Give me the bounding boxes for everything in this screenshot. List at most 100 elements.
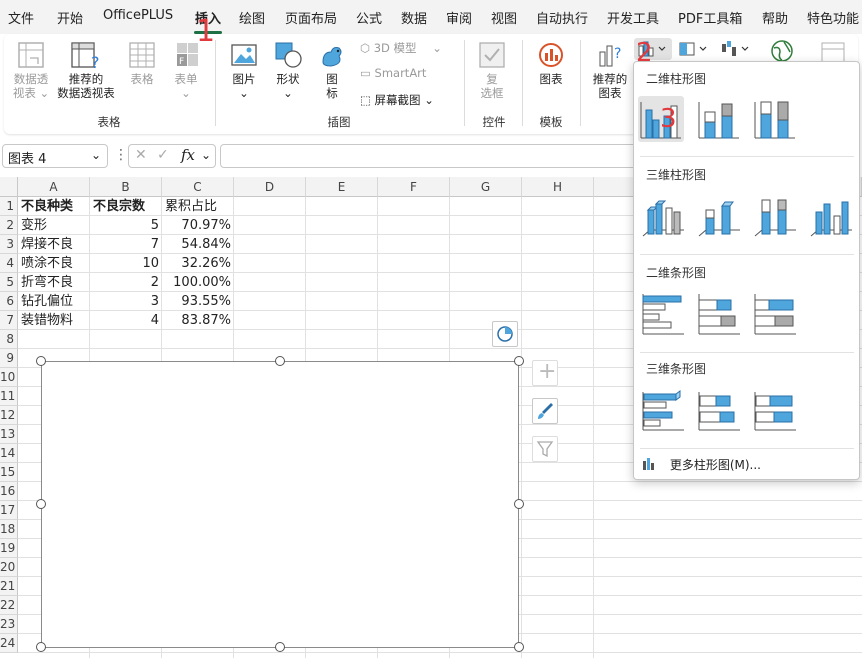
menu-file[interactable]: 文件 bbox=[8, 8, 34, 27]
cell[interactable]: 3 bbox=[90, 292, 162, 311]
column-header[interactable]: A bbox=[18, 177, 90, 197]
row-header[interactable]: 3 bbox=[0, 235, 18, 254]
row-header[interactable]: 20 bbox=[0, 558, 18, 577]
3d-percent-stacked-bar-option[interactable] bbox=[752, 386, 798, 432]
column-header[interactable]: H bbox=[522, 177, 594, 197]
3d-stacked-column-option[interactable] bbox=[696, 192, 742, 238]
menu-automate[interactable]: 自动执行 bbox=[536, 8, 588, 27]
row-header[interactable]: 22 bbox=[0, 596, 18, 615]
row-header[interactable]: 7 bbox=[0, 311, 18, 330]
menu-view[interactable]: 视图 bbox=[491, 8, 517, 27]
row-header[interactable]: 10 bbox=[0, 368, 18, 387]
resize-handle[interactable] bbox=[36, 499, 46, 509]
row-header[interactable]: 14 bbox=[0, 444, 18, 463]
3d-model-button[interactable]: ⬡ 3D 模型 ⌄ bbox=[360, 40, 442, 56]
cell[interactable]: 装错物料 bbox=[18, 311, 90, 330]
recommended-pivot-button[interactable]: ? 推荐的 数据透视表 bbox=[54, 40, 118, 100]
chevron-down-icon[interactable]: ⌄ bbox=[91, 148, 101, 162]
chart-filters-button[interactable] bbox=[532, 436, 558, 462]
screenshot-button[interactable]: ⬚ 屏幕截图 ⌄ bbox=[360, 92, 434, 108]
cell[interactable]: 83.87% bbox=[162, 311, 234, 330]
cell[interactable]: 10 bbox=[90, 254, 162, 273]
row-header[interactable]: 5 bbox=[0, 273, 18, 292]
percent-stacked-bar-option[interactable] bbox=[752, 290, 798, 336]
row-header[interactable]: 11 bbox=[0, 387, 18, 406]
cell[interactable]: 不良宗数 bbox=[90, 197, 162, 216]
cell[interactable]: 钻孔偏位 bbox=[18, 292, 90, 311]
cell[interactable]: 折弯不良 bbox=[18, 273, 90, 292]
row-header[interactable]: 6 bbox=[0, 292, 18, 311]
menu-officeplus[interactable]: OfficePLUS bbox=[103, 8, 173, 23]
empty-chart-area[interactable] bbox=[41, 361, 519, 648]
percent-stacked-column-option[interactable] bbox=[752, 96, 798, 142]
cell[interactable]: 2 bbox=[90, 273, 162, 292]
cell[interactable]: 93.55% bbox=[162, 292, 234, 311]
stacked-bar-option[interactable] bbox=[696, 290, 742, 336]
cell[interactable]: 54.84% bbox=[162, 235, 234, 254]
resize-handle[interactable] bbox=[36, 642, 46, 652]
cell[interactable]: 70.97% bbox=[162, 216, 234, 235]
row-header[interactable]: 2 bbox=[0, 216, 18, 235]
resize-handle[interactable] bbox=[514, 642, 524, 652]
more-options-icon[interactable]: ⋮ bbox=[114, 147, 128, 163]
menu-developer[interactable]: 开发工具 bbox=[607, 8, 659, 27]
menu-page-layout[interactable]: 页面布局 bbox=[285, 8, 337, 27]
row-header[interactable]: 19 bbox=[0, 539, 18, 558]
recommended-charts-button[interactable]: ? 推荐的 图表 bbox=[588, 40, 632, 100]
picture-button[interactable]: 图片 ⌄ bbox=[224, 40, 264, 100]
insert-hierarchy-chart-button[interactable] bbox=[676, 38, 712, 60]
pivot-table-button[interactable]: 数据透 视表 ⌄ bbox=[8, 40, 54, 100]
resize-handle[interactable] bbox=[275, 356, 285, 366]
row-header[interactable]: 21 bbox=[0, 577, 18, 596]
row-header[interactable]: 8 bbox=[0, 330, 18, 349]
cell[interactable]: 100.00% bbox=[162, 273, 234, 292]
column-header[interactable]: E bbox=[306, 177, 378, 197]
column-header[interactable]: G bbox=[450, 177, 522, 197]
row-header[interactable]: 18 bbox=[0, 520, 18, 539]
cancel-icon[interactable]: ✕ bbox=[135, 147, 147, 163]
more-column-charts-item[interactable]: 更多柱形图(M)... bbox=[642, 456, 761, 473]
menu-review[interactable]: 审阅 bbox=[446, 8, 472, 27]
row-header[interactable]: 17 bbox=[0, 501, 18, 520]
row-header[interactable]: 9 bbox=[0, 349, 18, 368]
column-header[interactable]: B bbox=[90, 177, 162, 197]
row-header[interactable]: 1 bbox=[0, 197, 18, 216]
cell[interactable]: 7 bbox=[90, 235, 162, 254]
row-header[interactable]: 16 bbox=[0, 482, 18, 501]
formula-input[interactable] bbox=[220, 144, 640, 168]
chart-layout-button[interactable] bbox=[492, 321, 518, 347]
clustered-bar-option[interactable] bbox=[640, 290, 686, 336]
3d-stacked-bar-option[interactable] bbox=[696, 386, 742, 432]
chart-template-button[interactable]: 图表 bbox=[531, 40, 571, 86]
menu-draw[interactable]: 绘图 bbox=[239, 8, 265, 27]
chevron-down-icon[interactable]: ⌄ bbox=[201, 148, 211, 162]
insert-waterfall-chart-button[interactable] bbox=[718, 38, 754, 60]
row-header[interactable]: 13 bbox=[0, 425, 18, 444]
cell[interactable]: 32.26% bbox=[162, 254, 234, 273]
resize-handle[interactable] bbox=[36, 356, 46, 366]
row-header[interactable]: 4 bbox=[0, 254, 18, 273]
resize-handle[interactable] bbox=[514, 499, 524, 509]
cell[interactable]: 4 bbox=[90, 311, 162, 330]
table-button[interactable]: 表格 bbox=[122, 40, 162, 86]
chart-elements-button[interactable]: + bbox=[532, 359, 558, 386]
chart-styles-button[interactable] bbox=[532, 398, 558, 424]
3d-clustered-column-option[interactable] bbox=[640, 192, 686, 238]
cell[interactable]: 喷涂不良 bbox=[18, 254, 90, 273]
menu-help[interactable]: 帮助 bbox=[762, 8, 788, 27]
row-header[interactable]: 12 bbox=[0, 406, 18, 425]
checkbox-button[interactable]: 复 选框 bbox=[472, 40, 512, 100]
cell[interactable]: 变形 bbox=[18, 216, 90, 235]
row-header[interactable]: 23 bbox=[0, 615, 18, 634]
stacked-column-option[interactable] bbox=[696, 96, 742, 142]
column-header[interactable]: F bbox=[378, 177, 450, 197]
menu-special[interactable]: 特色功能 bbox=[807, 8, 859, 27]
form-button[interactable]: F 表单 ⌄ bbox=[166, 40, 206, 100]
icons-button[interactable]: 图 标 bbox=[314, 40, 350, 100]
shapes-button[interactable]: 形状 ⌄ bbox=[268, 40, 308, 100]
3d-percent-stacked-column-option[interactable] bbox=[752, 192, 798, 238]
column-header[interactable]: C bbox=[162, 177, 234, 197]
menu-formulas[interactable]: 公式 bbox=[356, 8, 382, 27]
confirm-icon[interactable]: ✓ bbox=[157, 147, 169, 163]
name-box[interactable]: 图表 4 ⌄ bbox=[2, 144, 108, 168]
